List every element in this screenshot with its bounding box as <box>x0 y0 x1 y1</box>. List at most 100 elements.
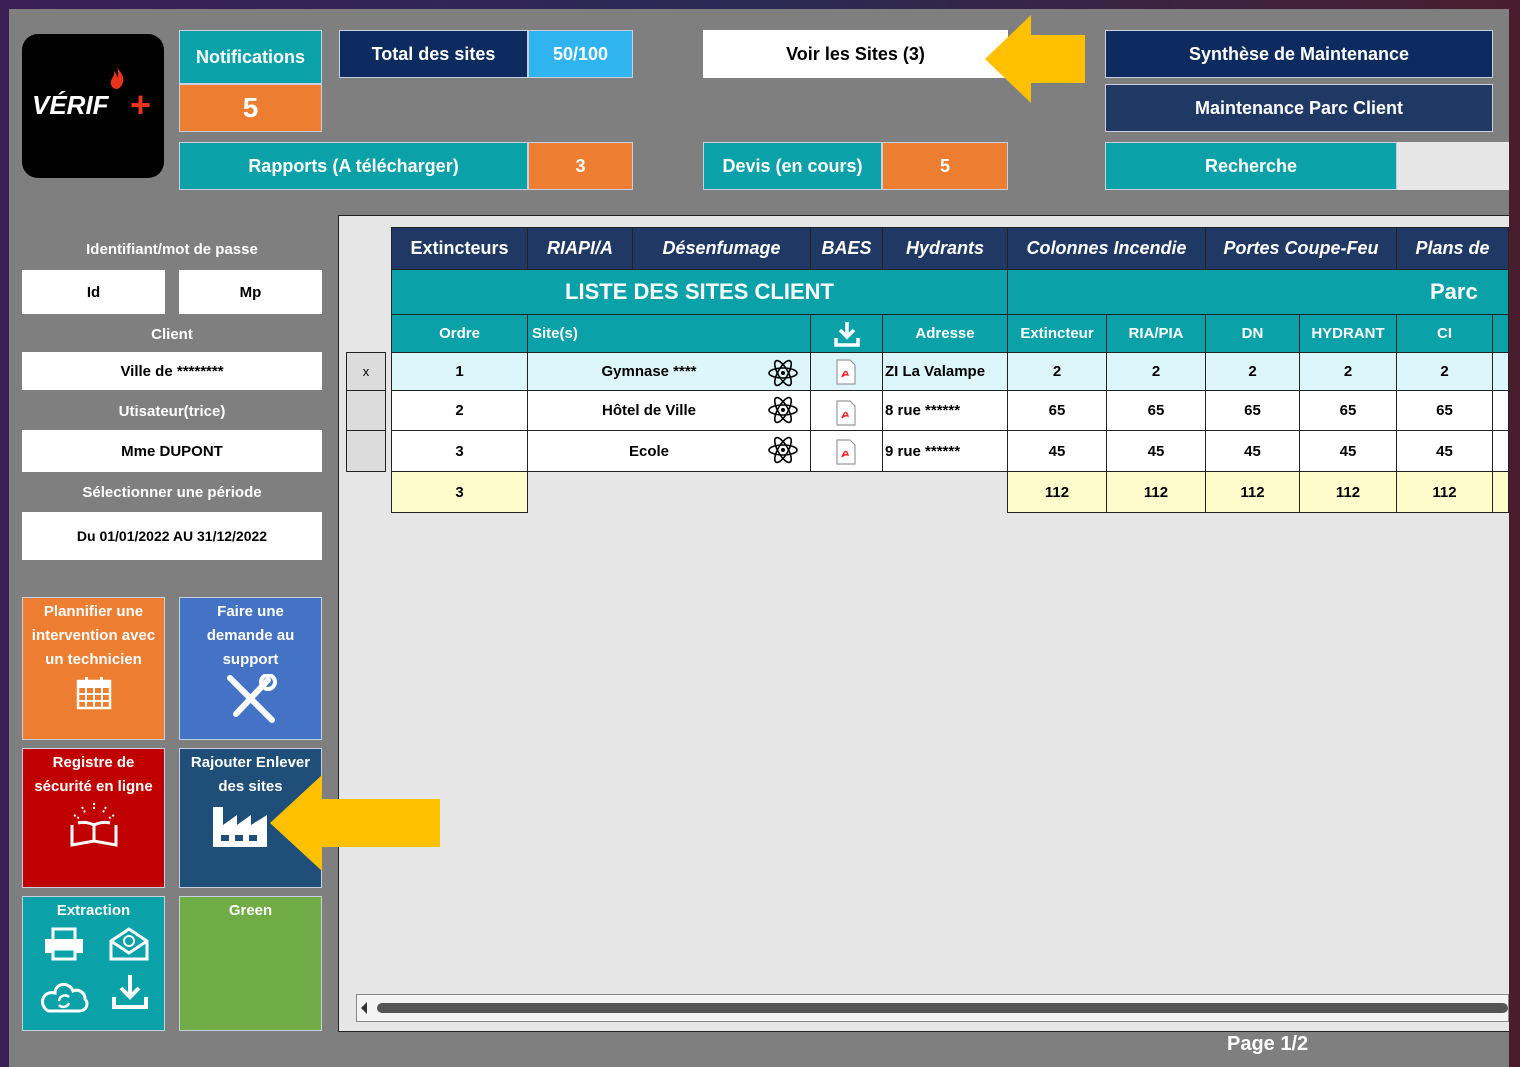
atom-icon[interactable] <box>767 359 799 387</box>
cell-value: 65 <box>1244 402 1261 419</box>
scroll-thumb[interactable] <box>377 1003 1508 1013</box>
col-ordre-label: Ordre <box>439 325 480 342</box>
devis-label: Devis (en cours) <box>722 155 863 176</box>
col-ordre: Ordre <box>391 314 528 353</box>
total-ext: 112 <box>1007 471 1107 513</box>
category-plans[interactable]: Plans de <box>1396 227 1509 270</box>
mp-value: Mp <box>239 283 262 301</box>
category-colonnes[interactable]: Colonnes Incendie <box>1007 227 1206 270</box>
category-portes[interactable]: Portes Coupe-Feu <box>1205 227 1397 270</box>
registre-label: Registre de sécurité en ligne <box>34 754 153 795</box>
client-field[interactable]: Ville de ******** <box>22 352 322 390</box>
cell-value: Ecole <box>628 442 670 460</box>
recherche-input[interactable] <box>1397 142 1509 190</box>
category-desenfumage[interactable]: Désenfumage <box>632 227 811 270</box>
pdf-icon[interactable] <box>835 400 857 426</box>
category-extincteurs[interactable]: Extincteurs <box>391 227 528 270</box>
rapports-button[interactable]: Rapports (A télécharger) <box>179 142 528 190</box>
atom-icon[interactable] <box>767 436 799 464</box>
table-row-ordre: 1 <box>391 352 528 391</box>
cell-value: 45 <box>1048 442 1066 460</box>
row-select-checkbox[interactable]: x <box>346 352 386 391</box>
period-selector[interactable]: Du 01/01/2022 AU 31/12/2022 <box>22 512 322 560</box>
table-row-adresse: ZI La Valampe <box>882 352 1008 391</box>
recherche-button[interactable]: Recherche <box>1105 142 1397 190</box>
table-row-dn: 2 <box>1205 352 1300 391</box>
verif-logo: VÉRIF + <box>22 34 164 178</box>
support-tile[interactable]: Faire une demande au support <box>179 597 322 740</box>
table-row-hyd: 45 <box>1299 430 1397 472</box>
pdf-icon[interactable] <box>835 439 857 465</box>
table-row-extra <box>1492 430 1509 472</box>
support-label: Faire une demande au support <box>206 603 295 668</box>
table-row-hyd: 2 <box>1299 352 1397 391</box>
extraction-tile[interactable]: Extraction <box>22 896 165 1031</box>
col-adresse-label: Adresse <box>915 325 975 342</box>
rapports-count: 3 <box>528 142 633 190</box>
cell-value: 2 <box>455 402 464 419</box>
download-icon <box>112 975 148 1009</box>
horizontal-scrollbar[interactable] <box>356 994 1509 1022</box>
col-dn: DN <box>1205 314 1300 353</box>
devis-button[interactable]: Devis (en cours) <box>703 142 882 190</box>
cell-value: 9 rue ****** <box>885 442 961 460</box>
cell-value: 1 <box>455 363 464 380</box>
user-field[interactable]: Mme DUPONT <box>22 430 322 472</box>
cell-value: 2 <box>1052 363 1062 380</box>
notifications-button[interactable]: Notifications <box>179 30 322 84</box>
cell-value: 45 <box>1436 442 1453 460</box>
col-extincteur: Extincteur <box>1007 314 1107 353</box>
cell-value: 65 <box>1048 402 1066 419</box>
recherche-label: Recherche <box>1204 155 1298 176</box>
cell-value: 2 <box>1248 363 1257 380</box>
login-label: Identifiant/mot de passe <box>86 241 258 258</box>
category-label: RIAPI/A <box>546 238 613 258</box>
printer-icon <box>45 927 83 961</box>
cell-value: 112 <box>1335 483 1361 501</box>
row-select-checkbox[interactable] <box>346 390 386 431</box>
col-download[interactable] <box>810 314 883 353</box>
parc-title-text: Parc <box>1430 279 1478 304</box>
atom-icon[interactable] <box>767 396 799 424</box>
category-label: Colonnes Incendie <box>1026 238 1187 258</box>
category-label: Extincteurs <box>410 238 509 258</box>
cell-value: 45 <box>1147 442 1165 460</box>
total-hyd: 112 <box>1299 471 1397 513</box>
maintenance-parc-button[interactable]: Maintenance Parc Client <box>1105 84 1493 132</box>
row-select-checkbox[interactable] <box>346 430 386 472</box>
col-hydrant-label: HYDRANT <box>1311 325 1385 342</box>
table-row-ci: 45 <box>1396 430 1493 472</box>
total-ordre: 3 <box>391 471 528 513</box>
scroll-left-arrow[interactable] <box>361 1002 367 1014</box>
total-sites-number: 50/100 <box>552 43 609 64</box>
plan-intervention-tile[interactable]: Plannifier une intervention avec un tech… <box>22 597 165 740</box>
cell-value: Hôtel de Ville <box>602 402 696 419</box>
cell-value: 112 <box>1240 483 1265 501</box>
flame-icon <box>110 66 124 89</box>
synthese-maintenance-button[interactable]: Synthèse de Maintenance <box>1105 30 1493 78</box>
table-row-ext: 65 <box>1007 390 1107 431</box>
download-icon <box>833 321 860 347</box>
user-value: Mme DUPONT <box>121 442 223 460</box>
total-ria: 112 <box>1106 471 1206 513</box>
registre-tile[interactable]: Registre de sécurité en ligne <box>22 748 165 888</box>
category-baes[interactable]: BAES <box>810 227 883 270</box>
devis-count-value: 5 <box>939 155 950 176</box>
cell-value: 45 <box>1244 442 1261 460</box>
cell-value: 2 <box>1440 363 1449 380</box>
category-riapia[interactable]: RIAPI/A <box>527 227 633 270</box>
pointer-arrow-left-icon <box>270 775 440 871</box>
cell-value: 65 <box>1339 402 1357 419</box>
table-row-hyd: 65 <box>1299 390 1397 431</box>
voir-sites-button[interactable]: Voir les Sites (3) <box>703 30 1008 78</box>
table-row-extra <box>1492 390 1509 431</box>
cell-value: 2 <box>1343 363 1353 380</box>
green-tile[interactable]: Green <box>179 896 322 1031</box>
category-hydrants[interactable]: Hydrants <box>882 227 1008 270</box>
pdf-icon[interactable] <box>835 359 857 385</box>
password-field[interactable]: Mp <box>179 270 322 314</box>
sites-list-title: LISTE DES SITES CLIENT <box>391 269 1008 315</box>
total-sites-label: Total des sites <box>339 30 528 78</box>
id-field[interactable]: Id <box>22 270 165 314</box>
tools-icon <box>226 673 277 723</box>
